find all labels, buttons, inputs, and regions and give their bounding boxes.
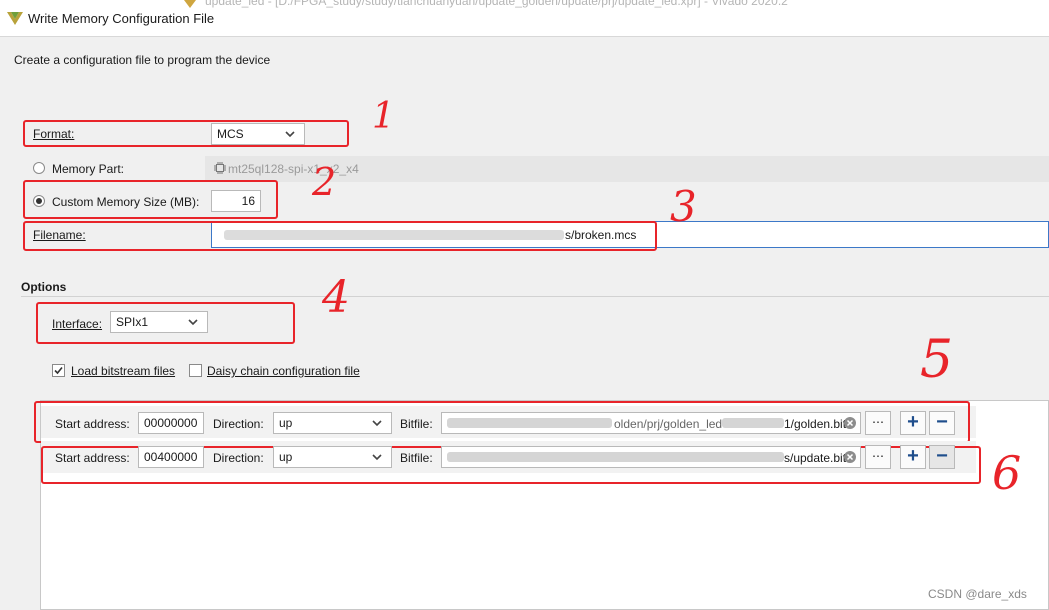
add-row-button[interactable]: + bbox=[900, 411, 926, 435]
chevron-down-icon bbox=[372, 454, 382, 461]
chevron-down-icon bbox=[285, 131, 295, 138]
annotation-2: 2 bbox=[312, 160, 337, 204]
start-address-label: Start address: bbox=[55, 451, 130, 465]
remove-row-button[interactable]: − bbox=[929, 445, 955, 469]
browse-button[interactable]: ⋯ bbox=[865, 411, 891, 435]
bitfile-blurred-path bbox=[722, 418, 784, 428]
start-address-input[interactable]: 00400000 bbox=[138, 446, 204, 468]
daisy-chain-label: Daisy chain configuration file bbox=[207, 364, 360, 378]
direction-value: up bbox=[279, 450, 293, 464]
remove-row-button[interactable]: − bbox=[929, 411, 955, 435]
dialog-subtitle: Create a configuration file to program t… bbox=[14, 53, 271, 67]
chevron-down-icon bbox=[188, 319, 198, 326]
bitfile-value: 1/golden.bit bbox=[784, 417, 847, 431]
background-window-title: update_led - [D:/FPGA_study/study/tianch… bbox=[205, 0, 788, 8]
browse-button[interactable]: ⋯ bbox=[865, 445, 891, 469]
direction-label: Direction: bbox=[213, 417, 264, 431]
bitfile-label: Bitfile: bbox=[400, 451, 433, 465]
interface-value: SPIx1 bbox=[116, 315, 149, 329]
bitfile-blurred-path bbox=[447, 418, 612, 428]
custom-memory-label: Custom Memory Size (MB): bbox=[52, 195, 200, 209]
direction-value: up bbox=[279, 416, 293, 430]
annotation-3: 3 bbox=[670, 182, 697, 231]
bitfile-value: s/update.bit bbox=[784, 451, 847, 465]
load-bitstream-label: Load bitstream files bbox=[71, 364, 176, 378]
load-bitstream-checkbox[interactable] bbox=[52, 364, 65, 377]
checkmark-icon bbox=[54, 366, 63, 375]
options-divider bbox=[21, 296, 1049, 297]
watermark: CSDN @dare_xds bbox=[928, 587, 1027, 601]
direction-select[interactable]: up bbox=[273, 446, 392, 468]
bitfile-partial-path: olden/prj/golden_led bbox=[614, 417, 723, 431]
format-value: MCS bbox=[217, 127, 244, 141]
bitfile-blurred-path bbox=[447, 452, 784, 462]
filename-label: Filename: bbox=[33, 228, 86, 242]
start-address-label: Start address: bbox=[55, 417, 130, 431]
annotation-4: 4 bbox=[322, 272, 350, 323]
dialog-title: Write Memory Configuration File bbox=[28, 11, 215, 26]
daisy-chain-checkbox[interactable] bbox=[189, 364, 202, 377]
options-heading: Options bbox=[21, 280, 67, 294]
custom-memory-input[interactable]: 16 bbox=[211, 190, 261, 212]
chip-icon bbox=[214, 162, 226, 174]
vivado-logo-icon bbox=[184, 0, 196, 8]
custom-memory-radio[interactable] bbox=[33, 195, 45, 207]
annotation-1: 1 bbox=[372, 96, 395, 137]
interface-select[interactable]: SPIx1 bbox=[110, 311, 208, 333]
annotation-box-3 bbox=[23, 221, 657, 251]
annotation-5: 5 bbox=[920, 330, 954, 390]
memory-part-radio[interactable] bbox=[33, 162, 45, 174]
memory-part-value[interactable]: mt25ql128-spi-x1_x2_x4 bbox=[228, 162, 359, 176]
annotation-6: 6 bbox=[992, 446, 1022, 500]
format-label: Format: bbox=[33, 127, 75, 141]
start-address-input[interactable]: 00000000 bbox=[138, 412, 204, 434]
bitfile-label: Bitfile: bbox=[400, 417, 433, 431]
clear-icon[interactable] bbox=[843, 450, 857, 464]
interface-label: Interface: bbox=[52, 317, 103, 331]
format-select[interactable]: MCS bbox=[211, 123, 305, 145]
direction-label: Direction: bbox=[213, 451, 264, 465]
clear-icon[interactable] bbox=[843, 416, 857, 430]
add-row-button[interactable]: + bbox=[900, 445, 926, 469]
vivado-logo-icon bbox=[7, 12, 23, 25]
chevron-down-icon bbox=[372, 420, 382, 427]
memory-part-label: Memory Part: bbox=[52, 162, 125, 176]
direction-select[interactable]: up bbox=[273, 412, 392, 434]
